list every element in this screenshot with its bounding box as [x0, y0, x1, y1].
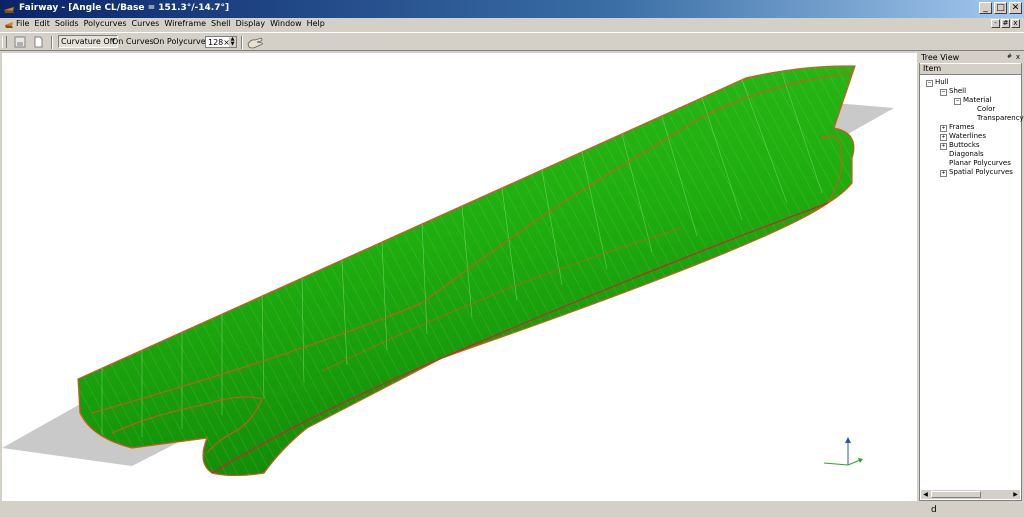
toolbar-grip[interactable] — [2, 36, 7, 48]
tree-node-spatial-polycurves[interactable]: Spatial Polycurves — [949, 168, 1013, 176]
material-collapse-icon[interactable]: − — [954, 98, 961, 105]
curvature-off-button[interactable]: Curvature Off — [58, 35, 119, 48]
hull-grid — [78, 65, 855, 476]
item-column-label: Item — [923, 64, 942, 73]
tree-node-waterlines[interactable]: Waterlines — [949, 132, 986, 140]
buttocks-expand-icon[interactable]: + — [940, 143, 947, 150]
scroll-right-icon[interactable]: ▶ — [1011, 490, 1020, 499]
mdi-restore-button[interactable]: # — [1001, 19, 1010, 28]
model-viewport[interactable] — [2, 53, 917, 501]
tree-close-button[interactable]: x — [1016, 53, 1020, 61]
spin-arrows-icon[interactable]: ▲ ▼ — [229, 37, 236, 47]
close-button[interactable]: ✕ — [1009, 2, 1022, 14]
new-document-icon[interactable] — [32, 36, 44, 48]
document-icon[interactable] — [4, 19, 14, 29]
tree-node-material[interactable]: Material — [963, 96, 991, 104]
tree-view-header: Tree View # x — [919, 53, 1022, 63]
menu-polycurves[interactable]: Polycurves — [84, 19, 127, 28]
frames-expand-icon[interactable]: + — [940, 125, 947, 132]
scroll-left-icon[interactable]: ◀ — [921, 490, 930, 499]
menu-help[interactable]: Help — [307, 19, 325, 28]
save-icon[interactable] — [14, 36, 26, 48]
window-title: Fairway - [Angle CL/Base = 151.3°/-14.7°… — [19, 3, 230, 13]
toolbar: Curvature Off On Curves On Polycurves 12… — [0, 32, 1024, 51]
tree-node-shell[interactable]: Shell — [949, 87, 966, 95]
waterlines-expand-icon[interactable]: + — [940, 134, 947, 141]
density-value: 128× — [208, 38, 230, 47]
pin-icon[interactable]: # — [1007, 53, 1012, 60]
menu-file[interactable]: File — [16, 19, 29, 28]
toolbar-separator — [51, 36, 53, 49]
tree-view-title: Tree View — [921, 53, 960, 62]
tree-node-hull[interactable]: Hull — [935, 78, 949, 86]
pan-hand-icon[interactable] — [246, 35, 264, 50]
mdi-close-button[interactable]: x — [1011, 19, 1020, 28]
tree-node-transparency[interactable]: Transparency — [977, 114, 1024, 122]
menu-window[interactable]: Window — [270, 19, 302, 28]
menu-wireframe[interactable]: Wireframe — [164, 19, 206, 28]
menu-display[interactable]: Display — [236, 19, 266, 28]
shell-collapse-icon[interactable]: − — [940, 89, 947, 96]
tree-column-header[interactable]: Item — [920, 64, 1021, 75]
fairway-app-icon[interactable] — [3, 3, 15, 14]
on-polycurves-button[interactable]: On Polycurves — [153, 37, 210, 46]
scroll-thumb[interactable] — [931, 491, 981, 498]
mdi-minimize-button[interactable]: - — [991, 19, 1000, 28]
axis-triad-icon — [823, 437, 863, 466]
tree-scrollbar[interactable]: ◀ ▶ — [921, 490, 1020, 499]
tree-node-diagonals[interactable]: Diagonals — [949, 150, 984, 158]
menu-edit[interactable]: Edit — [34, 19, 50, 28]
menu-shell[interactable]: Shell — [211, 19, 231, 28]
tree-node-color[interactable]: Color — [977, 105, 995, 113]
tree-node-frames[interactable]: Frames — [949, 123, 974, 131]
menu-solids[interactable]: Solids — [55, 19, 79, 28]
hull-3d-view[interactable] — [2, 53, 917, 501]
status-text: d — [931, 505, 937, 515]
toolbar-separator — [241, 36, 243, 49]
status-bar: d — [0, 505, 1024, 517]
spatial-polycurves-expand-icon[interactable]: + — [940, 170, 947, 177]
on-curves-button[interactable]: On Curves — [112, 37, 154, 46]
density-spinbox[interactable]: 128× ▲ ▼ — [205, 36, 237, 48]
hull-collapse-icon[interactable]: − — [926, 80, 933, 87]
maximize-button[interactable]: □ — [994, 2, 1007, 14]
minimize-button[interactable]: _ — [979, 2, 992, 14]
menu-bar: File Edit Solids Polycurves Curves Wiref… — [0, 18, 1024, 31]
tree-node-planar-polycurves[interactable]: Planar Polycurves — [949, 159, 1011, 167]
title-bar: Fairway - [Angle CL/Base = 151.3°/-14.7°… — [0, 0, 1024, 18]
menu-curves[interactable]: Curves — [132, 19, 160, 28]
tree-node-buttocks[interactable]: Buttocks — [949, 141, 980, 149]
